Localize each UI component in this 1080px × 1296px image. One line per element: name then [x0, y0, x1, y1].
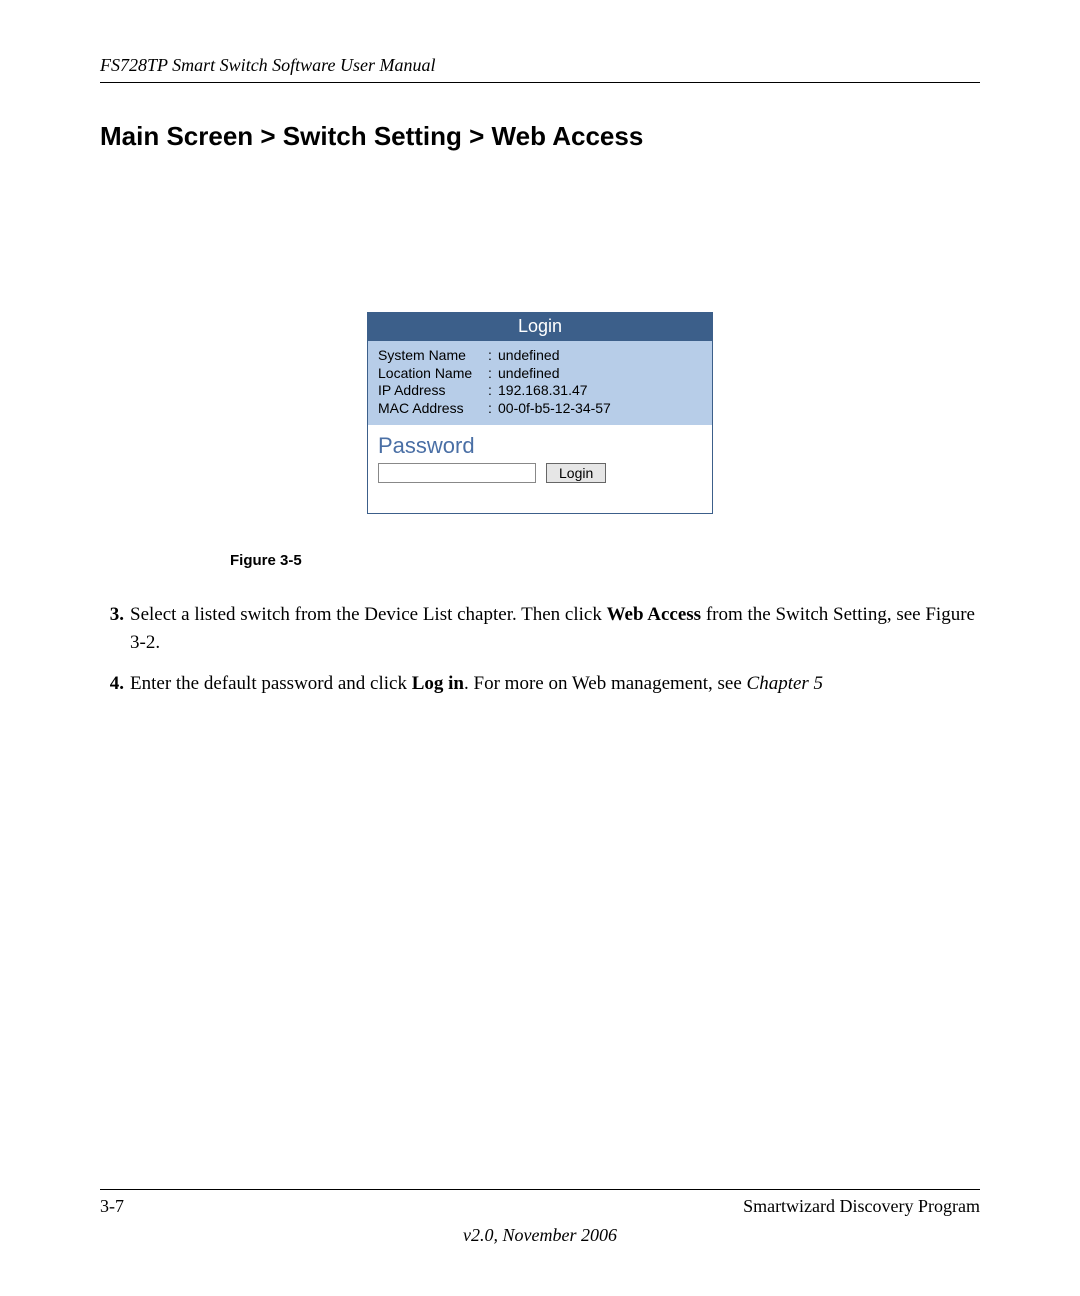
info-value: 00-0f-b5-12-34-57: [498, 400, 702, 418]
login-box: Login System Name : undefined Location N…: [367, 312, 713, 514]
step-pre: Select a listed switch from the Device L…: [130, 604, 607, 625]
page-header: FS728TP Smart Switch Software User Manua…: [100, 55, 980, 83]
figure-caption: Figure 3-5: [230, 552, 980, 569]
info-value: undefined: [498, 365, 702, 383]
login-form-panel: Password Login: [368, 425, 712, 513]
info-label: Location Name: [378, 365, 488, 383]
password-label: Password: [378, 433, 702, 459]
info-row-location-name: Location Name : undefined: [378, 365, 702, 383]
figure-container: Login System Name : undefined Location N…: [100, 312, 980, 569]
step-post: . For more on Web management, see: [464, 673, 747, 694]
header-title: FS728TP Smart Switch Software User Manua…: [100, 55, 436, 75]
info-row-mac-address: MAC Address : 00-0f-b5-12-34-57: [378, 400, 702, 418]
info-value: undefined: [498, 347, 702, 365]
step-3: 3. Select a listed switch from the Devic…: [100, 601, 980, 656]
info-colon: :: [488, 382, 498, 400]
step-number: 4.: [100, 670, 130, 698]
section-title: Main Screen > Switch Setting > Web Acces…: [100, 121, 980, 152]
step-text: Select a listed switch from the Device L…: [130, 601, 980, 656]
info-colon: :: [488, 347, 498, 365]
step-italic: Chapter 5: [747, 673, 824, 694]
password-row: Login: [378, 463, 702, 483]
footer-program-name: Smartwizard Discovery Program: [743, 1196, 980, 1217]
step-bold: Web Access: [607, 604, 701, 625]
footer-version: v2.0, November 2006: [100, 1225, 980, 1246]
info-colon: :: [488, 400, 498, 418]
info-label: System Name: [378, 347, 488, 365]
info-label: IP Address: [378, 382, 488, 400]
step-text: Enter the default password and click Log…: [130, 670, 980, 698]
footer-page-number: 3-7: [100, 1196, 124, 1217]
footer-line: 3-7 Smartwizard Discovery Program: [100, 1189, 980, 1217]
step-pre: Enter the default password and click: [130, 673, 412, 694]
login-button[interactable]: Login: [546, 463, 606, 483]
page-footer: 3-7 Smartwizard Discovery Program v2.0, …: [100, 1189, 980, 1246]
step-number: 3.: [100, 601, 130, 656]
step-4: 4. Enter the default password and click …: [100, 670, 980, 698]
info-row-ip-address: IP Address : 192.168.31.47: [378, 382, 702, 400]
steps-list: 3. Select a listed switch from the Devic…: [100, 601, 980, 698]
password-input[interactable]: [378, 463, 536, 483]
info-label: MAC Address: [378, 400, 488, 418]
info-colon: :: [488, 365, 498, 383]
info-row-system-name: System Name : undefined: [378, 347, 702, 365]
info-value: 192.168.31.47: [498, 382, 702, 400]
login-info-panel: System Name : undefined Location Name : …: [368, 341, 712, 425]
step-bold: Log in: [412, 673, 464, 694]
login-box-title: Login: [368, 313, 712, 341]
